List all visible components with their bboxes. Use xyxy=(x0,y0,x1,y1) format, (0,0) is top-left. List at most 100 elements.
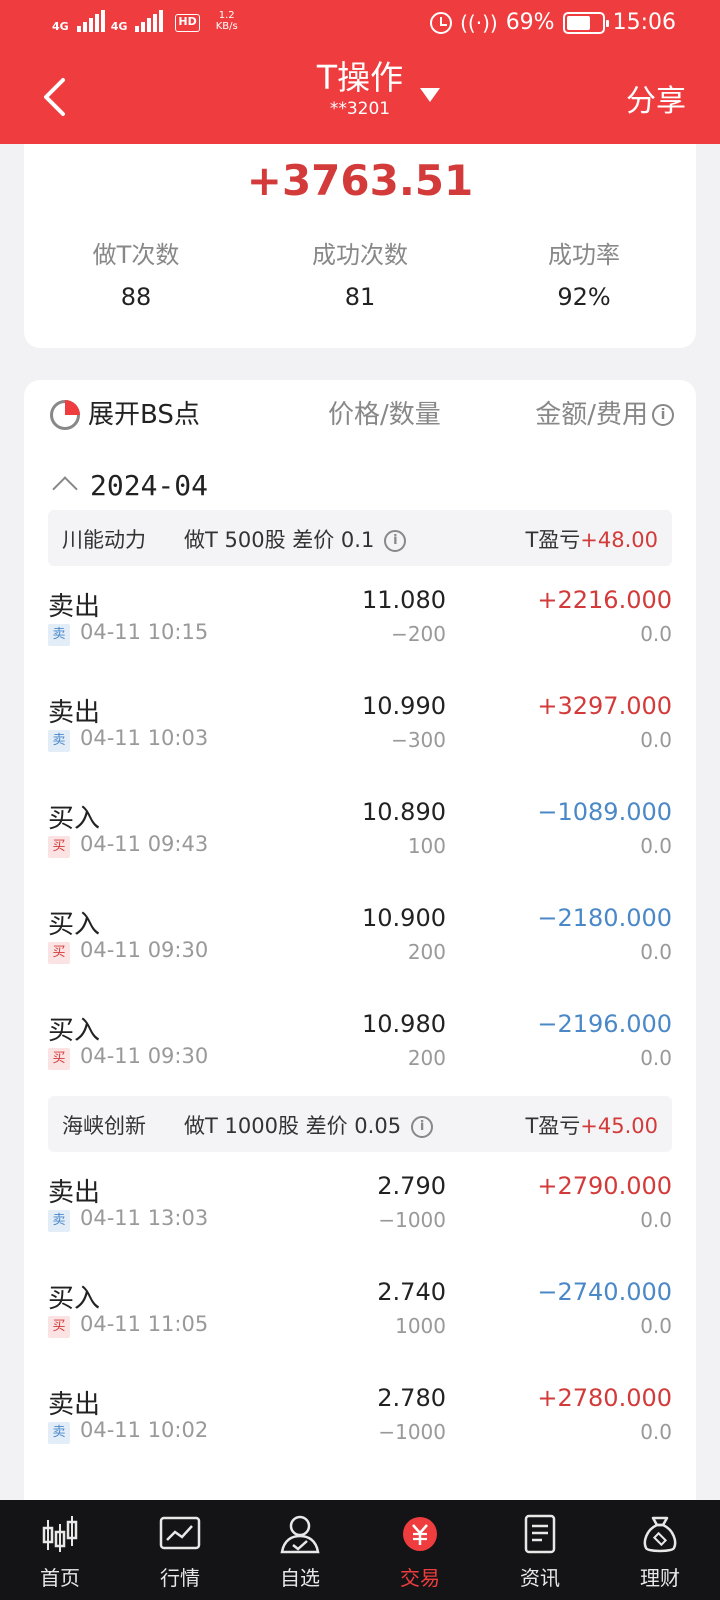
amount-fee-header: 金额/费用 xyxy=(535,400,648,430)
stat-success-rate: 成功率 92% xyxy=(548,241,620,311)
stats-row: 做T次数 88 成功次数 81 成功率 92% xyxy=(24,238,696,322)
trade-price: 10.990 xyxy=(362,692,446,720)
trade-row[interactable]: 卖出卖 04-11 10:03 10.990 −300 +3297.000 0.0 xyxy=(24,672,696,778)
trade-row[interactable]: 卖出卖 04-11 10:02 2.780 −1000 +2780.000 0.0 xyxy=(24,1364,696,1470)
share-button[interactable]: 分享 xyxy=(626,76,686,120)
trade-fee: 0.0 xyxy=(640,1208,672,1232)
news-document-icon xyxy=(524,1514,556,1554)
stat-t-count: 做T次数 88 xyxy=(92,241,180,311)
trade-fee: 0.0 xyxy=(640,834,672,858)
trade-row[interactable]: 买入买 04-11 09:30 10.900 200 −2180.000 0.0 xyxy=(24,884,696,990)
trade-action: 买入 xyxy=(48,1016,101,1046)
clock: 15:06 xyxy=(612,10,676,35)
t-profit-loss: T盈亏+48.00 xyxy=(525,528,658,552)
network-type-1: 4G xyxy=(52,20,69,33)
trade-price: 2.780 xyxy=(377,1384,446,1412)
trade-fee: 0.0 xyxy=(640,1420,672,1444)
trade-quantity: 1000 xyxy=(395,1314,446,1338)
stock-group-header[interactable]: 川能动力 做T 500股 差价 0.1 i T盈亏+48.00 xyxy=(48,510,672,566)
t-info: 做T 500股 差价 0.1 i xyxy=(184,524,407,554)
list-header: 展开BS点 价格/数量 金额/费用 i xyxy=(24,380,696,446)
t-profit-loss: T盈亏+45.00 xyxy=(525,1114,658,1138)
month-label: 2024-04 xyxy=(90,468,209,502)
trade-price: 2.790 xyxy=(377,1172,446,1200)
caret-down-icon[interactable] xyxy=(420,88,440,102)
trade-list-card: 展开BS点 价格/数量 金额/费用 i 2024-04 川能动力 做T 500股 … xyxy=(24,380,696,1500)
trade-amount: −1089.000 xyxy=(537,798,672,826)
sell-badge: 卖 xyxy=(48,1422,70,1444)
yuan-icon xyxy=(403,1517,437,1551)
trade-time: 04-11 11:05 xyxy=(80,1312,209,1336)
stock-name: 川能动力 xyxy=(62,528,146,552)
expand-bs-points[interactable]: 展开BS点 xyxy=(88,394,200,431)
stat-success-count: 成功次数 81 xyxy=(312,241,408,311)
trade-row[interactable]: 买入买 04-11 11:05 2.740 1000 −2740.000 0.0 xyxy=(24,1258,696,1364)
user-favorite-icon xyxy=(280,1515,320,1554)
trade-action: 卖出 xyxy=(48,1178,101,1208)
stock-name: 海峡创新 xyxy=(62,1114,146,1138)
info-icon[interactable]: i xyxy=(652,404,674,426)
trade-quantity: 200 xyxy=(407,940,446,964)
money-bag-icon xyxy=(643,1516,677,1553)
trade-amount: −2740.000 xyxy=(537,1278,672,1306)
alarm-icon xyxy=(430,11,453,34)
tab-watchlist[interactable]: 自选 xyxy=(240,1500,360,1600)
tab-trade[interactable]: 交易 xyxy=(360,1500,480,1600)
sell-badge: 卖 xyxy=(48,624,70,646)
info-icon[interactable]: i xyxy=(411,1116,434,1138)
trade-time: 04-11 13:03 xyxy=(80,1206,209,1230)
trade-time: 04-11 09:43 xyxy=(80,832,209,856)
stock-group-header[interactable]: 海峡创新 做T 1000股 差价 0.05 i T盈亏+45.00 xyxy=(48,1096,672,1152)
trade-row[interactable]: 买入买 04-11 09:30 10.980 200 −2196.000 0.0 xyxy=(24,990,696,1096)
trade-quantity: 100 xyxy=(407,834,446,858)
pie-chart-icon[interactable] xyxy=(50,400,80,430)
buy-badge: 买 xyxy=(48,1048,70,1070)
trade-fee: 0.0 xyxy=(640,622,672,646)
vibrate-icon: ((·)) xyxy=(460,10,498,35)
hd-voice-icon: HD xyxy=(175,14,200,32)
month-toggle[interactable]: 2024-04 xyxy=(50,462,208,508)
candlestick-icon xyxy=(42,1516,78,1552)
trade-action: 买入 xyxy=(48,910,101,940)
tab-home[interactable]: 首页 xyxy=(0,1500,120,1600)
trade-time: 04-11 10:02 xyxy=(80,1418,209,1442)
trade-price: 10.980 xyxy=(362,1010,446,1038)
battery-icon xyxy=(562,11,609,34)
back-button[interactable] xyxy=(34,72,74,122)
trade-quantity: −1000 xyxy=(378,1208,446,1232)
trade-time: 04-11 09:30 xyxy=(80,938,209,962)
app-header: 4G 4G HD 1.2 KB/s ((·)) 69% 15:06 T操作 **3… xyxy=(0,0,720,144)
trade-action: 卖出 xyxy=(48,1390,101,1420)
trade-action: 买入 xyxy=(48,1284,101,1314)
trade-amount: +2780.000 xyxy=(537,1384,672,1412)
info-icon[interactable]: i xyxy=(384,530,407,552)
trade-amount: +2790.000 xyxy=(537,1172,672,1200)
tab-news[interactable]: 资讯 xyxy=(480,1500,600,1600)
trade-fee: 0.0 xyxy=(640,940,672,964)
tab-wealth[interactable]: 理财 xyxy=(600,1500,720,1600)
trade-row[interactable]: 卖出卖 04-11 13:03 2.790 −1000 +2790.000 0.0 xyxy=(24,1152,696,1258)
network-speed: 1.2 KB/s xyxy=(215,10,238,32)
trade-row[interactable]: 买入买 04-11 09:43 10.890 100 −1089.000 0.0 xyxy=(24,778,696,884)
trade-quantity: 200 xyxy=(407,1046,446,1070)
trade-action: 卖出 xyxy=(48,698,101,728)
buy-badge: 买 xyxy=(48,1316,70,1338)
status-bar: 4G 4G HD 1.2 KB/s ((·)) 69% 15:06 xyxy=(0,0,720,48)
signal-icon-2 xyxy=(135,10,164,32)
signal-icon xyxy=(76,10,105,32)
trade-action: 买入 xyxy=(48,804,101,834)
trade-amount: −2196.000 xyxy=(537,1010,672,1038)
tab-market[interactable]: 行情 xyxy=(120,1500,240,1600)
trade-quantity: −300 xyxy=(391,728,446,752)
summary-card: +3763.51 做T次数 88 成功次数 81 成功率 92% xyxy=(24,144,696,348)
trade-amount: +2216.000 xyxy=(537,586,672,614)
trade-price: 11.080 xyxy=(362,586,446,614)
trade-price: 2.740 xyxy=(377,1278,446,1306)
buy-badge: 买 xyxy=(48,836,70,858)
trade-time: 04-11 10:15 xyxy=(80,620,209,644)
trade-fee: 0.0 xyxy=(640,728,672,752)
trade-quantity: −200 xyxy=(391,622,446,646)
buy-badge: 买 xyxy=(48,942,70,964)
trade-row[interactable]: 卖出卖 04-11 10:15 11.080 −200 +2216.000 0.0 xyxy=(24,566,696,672)
trade-price: 10.900 xyxy=(362,904,446,932)
